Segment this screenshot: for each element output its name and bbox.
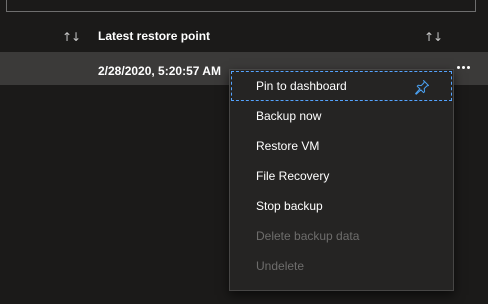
- menu-item-undelete: Undelete: [256, 259, 305, 273]
- ellipsis-icon: [466, 65, 470, 69]
- menu-item-pin-to-dashboard[interactable]: Pin to dashboard: [231, 71, 452, 101]
- pin-icon: [415, 80, 429, 95]
- more-options-button[interactable]: [452, 60, 474, 74]
- filter-box[interactable]: [6, 0, 476, 12]
- ellipsis-icon: [456, 65, 460, 69]
- menu-item-file-recovery[interactable]: File Recovery: [231, 161, 452, 191]
- sort-icon[interactable]: ↑↓: [424, 30, 443, 44]
- menu-item-restore-vm[interactable]: Restore VM: [231, 131, 452, 161]
- context-menu: Pin to dashboard Backup now Restore VM F…: [229, 69, 454, 291]
- menu-item-stop-backup[interactable]: Stop backup: [231, 191, 452, 221]
- column-header-latest-restore-point[interactable]: Latest restore point: [98, 29, 210, 43]
- latest-restore-point-cell: 2/28/2020, 5:20:57 AM: [98, 64, 221, 78]
- page: ↑↓ Latest restore point ↑↓ 2/28/2020, 5:…: [0, 0, 488, 304]
- sort-icon[interactable]: ↑↓: [62, 30, 81, 44]
- menu-item-delete-backup-data: Delete backup data: [256, 229, 360, 243]
- ellipsis-icon: [461, 65, 465, 69]
- table-header-row: ↑↓ Latest restore point ↑↓: [0, 24, 488, 48]
- menu-item-backup-now[interactable]: Backup now: [231, 101, 452, 131]
- menu-item-label: Pin to dashboard: [256, 79, 347, 93]
